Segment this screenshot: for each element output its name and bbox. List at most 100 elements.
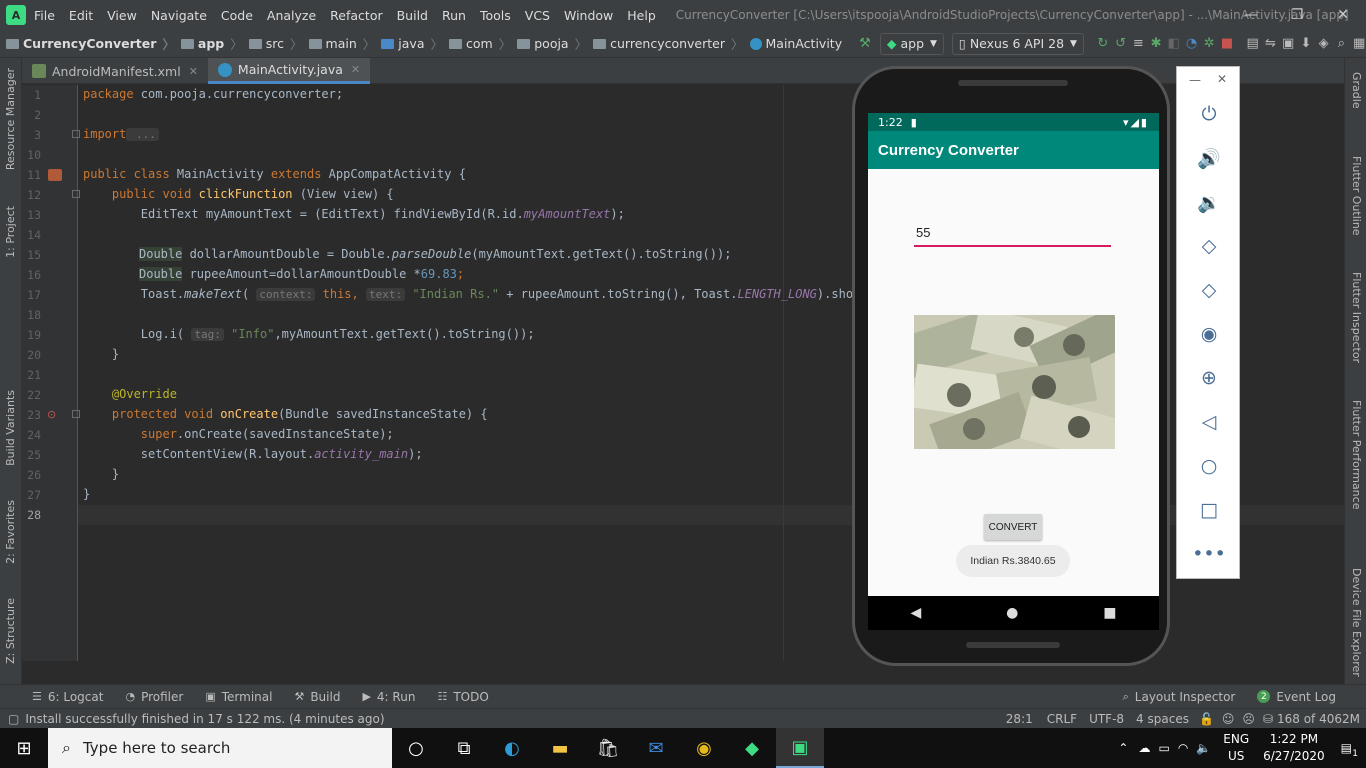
camera-icon[interactable]: ◉	[1197, 322, 1221, 346]
override-icon[interactable]: ⊙	[47, 408, 56, 421]
menu-file[interactable]: File	[34, 8, 55, 23]
tool-structure[interactable]: Z: Structure	[4, 598, 17, 664]
tool-favorites[interactable]: 2: Favorites	[4, 500, 17, 564]
layout-inspector-icon[interactable]: ◈	[1317, 33, 1331, 55]
sdk-manager-icon[interactable]: ⬇	[1299, 33, 1313, 55]
power-icon[interactable]: ⏻	[1197, 102, 1221, 126]
folded-import[interactable]: ...	[126, 128, 159, 141]
tool-event-log[interactable]: 2 Event Log	[1257, 690, 1336, 704]
tool-device-file-explorer[interactable]: Device File Explorer	[1350, 568, 1363, 677]
status-panel-icon[interactable]: ▢	[8, 712, 19, 726]
breadcrumb-com[interactable]: com 〉	[449, 34, 511, 53]
chevron-up-icon[interactable]: ⌃	[1118, 741, 1128, 755]
close-emulator-icon[interactable]: ✕	[1217, 72, 1227, 86]
breadcrumb-currencyconverter[interactable]: currencyconverter 〉	[593, 34, 744, 53]
cursor-position[interactable]: 28:1	[1006, 712, 1033, 726]
tab-android-manifest[interactable]: AndroidManifest.xml ✕	[22, 58, 208, 84]
stop-icon[interactable]: ■	[1220, 33, 1234, 55]
maximize-button[interactable]: ❐	[1274, 0, 1320, 30]
clock[interactable]: 1:22 PM 6/27/2020	[1263, 731, 1325, 765]
minimize-button[interactable]: —	[1228, 0, 1274, 30]
breadcrumb-java[interactable]: java 〉	[381, 34, 443, 53]
plugins-icon[interactable]: ▦	[1352, 33, 1366, 55]
language-indicator[interactable]: ENG US	[1223, 731, 1249, 765]
menu-run[interactable]: Run	[442, 8, 466, 23]
tool-flutter-inspector[interactable]: Flutter Inspector	[1350, 272, 1363, 363]
menu-vcs[interactable]: VCS	[525, 8, 550, 23]
breadcrumb-src[interactable]: src 〉	[248, 34, 303, 53]
volume-up-icon[interactable]: 🔊	[1197, 146, 1221, 170]
tool-terminal[interactable]: ▣ Terminal	[205, 690, 272, 704]
rotate-right-icon[interactable]: ◇	[1197, 278, 1221, 302]
tool-logcat[interactable]: ☰ 6: Logcat	[32, 690, 103, 704]
project-structure-icon[interactable]: ▤	[1246, 33, 1260, 55]
menu-analyze[interactable]: Analyze	[267, 8, 316, 23]
fold-icon[interactable]	[72, 190, 80, 198]
more-icon[interactable]: •••	[1192, 542, 1226, 566]
cloud-icon[interactable]: ☁	[1138, 741, 1150, 755]
breadcrumb-pooja[interactable]: pooja 〉	[517, 34, 587, 53]
menu-code[interactable]: Code	[221, 8, 253, 23]
file-encoding[interactable]: UTF-8	[1089, 712, 1124, 726]
menu-window[interactable]: Window	[564, 8, 613, 23]
tool-flutter-outline[interactable]: Flutter Outline	[1350, 156, 1363, 236]
tool-project[interactable]: 1: Project	[4, 206, 17, 258]
apply-code-changes-icon[interactable]: ↺	[1114, 33, 1128, 55]
minimize-emulator-icon[interactable]: —	[1189, 73, 1201, 87]
menu-edit[interactable]: Edit	[69, 8, 93, 23]
battery-icon[interactable]: ▭	[1158, 741, 1169, 755]
tool-layout-inspector[interactable]: ⌕ Layout Inspector	[1123, 690, 1236, 704]
tool-resource-manager[interactable]: Resource Manager	[4, 68, 17, 170]
amount-input[interactable]: 55	[914, 223, 1111, 247]
avd-manager-icon[interactable]: ▣	[1281, 33, 1295, 55]
breadcrumb-project[interactable]: CurrencyConverter 〉	[6, 34, 175, 53]
breadcrumb-mainactivity[interactable]: MainActivity	[749, 36, 842, 51]
lock-icon[interactable]: 🔓	[1199, 712, 1214, 726]
debug-icon[interactable]: ✱	[1149, 33, 1163, 55]
fold-icon[interactable]	[72, 410, 80, 418]
home-icon[interactable]: ●	[1006, 605, 1018, 621]
memory-indicator[interactable]: 168 of 4062M	[1277, 712, 1360, 726]
run-config-select[interactable]: ◆ app ▼	[879, 32, 944, 55]
close-icon[interactable]: ✕	[189, 65, 198, 78]
chrome-icon[interactable]: ◉	[680, 728, 728, 768]
tool-build-variants[interactable]: Build Variants	[4, 390, 17, 466]
back-icon[interactable]: ◁	[1197, 410, 1221, 434]
attach-debugger-icon[interactable]: ✲	[1202, 33, 1216, 55]
task-view-icon[interactable]: ⧉	[440, 728, 488, 768]
sync-icon[interactable]: ⇋	[1264, 33, 1278, 55]
coverage-icon[interactable]: ≡	[1131, 33, 1145, 55]
menu-help[interactable]: Help	[627, 8, 656, 23]
android-studio-icon[interactable]: ◆	[728, 728, 776, 768]
menu-navigate[interactable]: Navigate	[151, 8, 207, 23]
tool-run[interactable]: ▶ 4: Run	[362, 690, 415, 704]
convert-button[interactable]: CONVERT	[984, 514, 1042, 540]
smile-icon[interactable]: ☺	[1222, 712, 1235, 726]
home-icon[interactable]: ○	[1197, 454, 1221, 478]
breadcrumb-app[interactable]: app 〉	[180, 34, 243, 53]
apply-changes-icon[interactable]: ↻	[1096, 33, 1110, 55]
volume-down-icon[interactable]: 🔉	[1197, 190, 1221, 214]
menu-build[interactable]: Build	[397, 8, 428, 23]
file-explorer-icon[interactable]: ▬	[536, 728, 584, 768]
tool-flutter-performance[interactable]: Flutter Performance	[1350, 400, 1363, 509]
volume-icon[interactable]: 🔈	[1196, 741, 1211, 755]
cortana-icon[interactable]: ○	[392, 728, 440, 768]
close-button[interactable]: ✕	[1320, 0, 1366, 30]
gutter-marker-icon[interactable]	[48, 169, 62, 181]
tab-main-activity[interactable]: MainActivity.java ✕	[207, 58, 371, 84]
start-button[interactable]: ⊞	[0, 728, 48, 768]
tool-profiler[interactable]: ◔ Profiler	[125, 690, 183, 704]
tool-gradle[interactable]: Gradle	[1350, 72, 1363, 109]
close-icon[interactable]: ✕	[351, 63, 360, 76]
recents-icon[interactable]: ■	[1103, 605, 1116, 621]
notifications-icon[interactable]: ▤ 1	[1341, 741, 1358, 759]
frown-icon[interactable]: ☹	[1242, 712, 1255, 726]
taskbar-search[interactable]: ⌕ Type here to search	[48, 728, 392, 768]
store-icon[interactable]: 🛍	[584, 728, 632, 768]
device-select[interactable]: ▯ Nexus 6 API 28 ▼	[951, 32, 1084, 55]
menu-refactor[interactable]: Refactor	[330, 8, 382, 23]
profiler-icon[interactable]: ◔	[1185, 33, 1199, 55]
profile-icon[interactable]: ◧	[1167, 33, 1181, 55]
indent-setting[interactable]: 4 spaces	[1136, 712, 1189, 726]
